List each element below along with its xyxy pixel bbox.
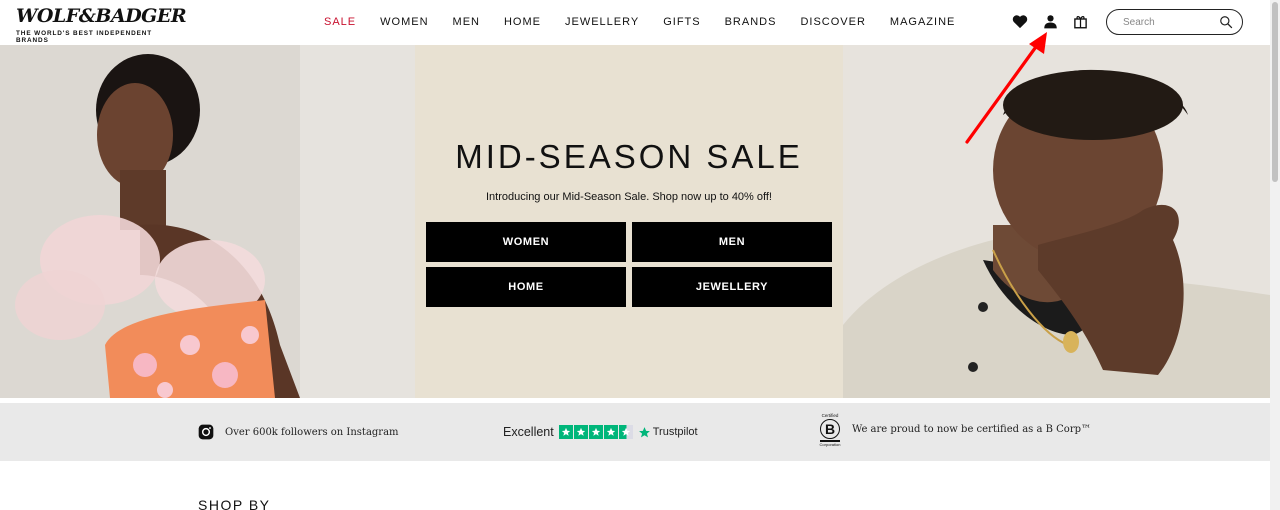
trustpilot-rating[interactable]: Excellent Trustpilot — [503, 425, 698, 439]
scrollbar-thumb[interactable] — [1272, 2, 1278, 182]
bcorp-logo-letter: B — [824, 421, 836, 437]
trust-bar: Over 600k followers on Instagram Excelle… — [0, 403, 1270, 461]
search-input[interactable] — [1123, 16, 1213, 28]
trustpilot-stars — [558, 425, 633, 439]
woman-model-photo — [0, 45, 415, 398]
logo-tagline: THE WORLD'S BEST INDEPENDENT BRANDS — [16, 30, 153, 44]
logo-wordmark: WOLF&BADGER — [16, 5, 187, 27]
user-icon — [1043, 14, 1057, 28]
shop-men-button[interactable]: MEN — [632, 222, 832, 262]
hero-promo-panel: MID-SEASON SALE Introducing our Mid-Seas… — [415, 45, 843, 398]
hero-banner: MID-SEASON SALE Introducing our Mid-Seas… — [0, 45, 1270, 398]
nav-item-sale[interactable]: SALE — [324, 15, 356, 29]
bcorp-text: We are proud to now be certified as a B … — [852, 424, 1092, 436]
nav-item-women[interactable]: WOMEN — [380, 15, 428, 29]
nav-item-home[interactable]: HOME — [504, 15, 541, 29]
shop-jewellery-button[interactable]: JEWELLERY — [632, 267, 832, 307]
instagram-text: Over 600k followers on Instagram — [225, 426, 399, 438]
trustpilot-brand: Trustpilot — [652, 426, 698, 438]
hero-subtitle: Introducing our Mid-Season Sale. Shop no… — [486, 191, 772, 203]
instagram-followers[interactable]: Over 600k followers on Instagram — [198, 424, 399, 440]
site-logo[interactable]: WOLF&BADGER THE WORLD'S BEST INDEPENDENT… — [16, 5, 187, 45]
site-header: WOLF&BADGER THE WORLD'S BEST INDEPENDENT… — [0, 0, 1270, 44]
star-icon — [618, 425, 633, 439]
main-nav: SALE WOMEN MEN HOME JEWELLERY GIFTS BRAN… — [324, 15, 979, 29]
search-icon[interactable] — [1219, 15, 1233, 29]
nav-item-jewellery[interactable]: JEWELLERY — [565, 15, 639, 29]
bcorp-logo-bottom: Corporation — [819, 441, 841, 447]
instagram-icon — [198, 424, 214, 440]
star-icon — [573, 425, 588, 439]
hero-image-women[interactable] — [0, 45, 415, 398]
bcorp-b-icon: B — [820, 419, 840, 439]
star-icon — [558, 425, 573, 439]
wishlist-button[interactable] — [1011, 12, 1029, 30]
nav-item-men[interactable]: MEN — [453, 15, 480, 29]
shopping-bag-button[interactable] — [1071, 12, 1089, 30]
star-icon — [588, 425, 603, 439]
shop-home-button[interactable]: HOME — [426, 267, 626, 307]
shopping-bag-icon — [1073, 15, 1087, 28]
shop-women-button[interactable]: WOMEN — [426, 222, 626, 262]
heart-icon — [1012, 14, 1028, 28]
star-icon — [603, 425, 618, 439]
man-model-photo — [843, 45, 1270, 398]
nav-item-brands[interactable]: BRANDS — [725, 15, 777, 29]
trustpilot-logo-star-icon — [638, 426, 650, 437]
account-button[interactable] — [1041, 12, 1059, 30]
nav-item-gifts[interactable]: GIFTS — [663, 15, 700, 29]
shop-by-heading: SHOP BY — [198, 497, 271, 510]
hero-title: MID-SEASON SALE — [455, 138, 803, 175]
page-scrollbar[interactable] — [1270, 0, 1280, 510]
bcorp-logo: Certified B Corporation — [818, 413, 842, 447]
nav-item-magazine[interactable]: MAGAZINE — [890, 15, 955, 29]
hero-image-men[interactable] — [843, 45, 1270, 398]
trustpilot-rating-word: Excellent — [503, 425, 554, 439]
search-box[interactable] — [1106, 9, 1243, 35]
nav-item-discover[interactable]: DISCOVER — [800, 15, 865, 29]
bcorp-certification[interactable]: Certified B Corporation We are proud to … — [818, 413, 1091, 447]
